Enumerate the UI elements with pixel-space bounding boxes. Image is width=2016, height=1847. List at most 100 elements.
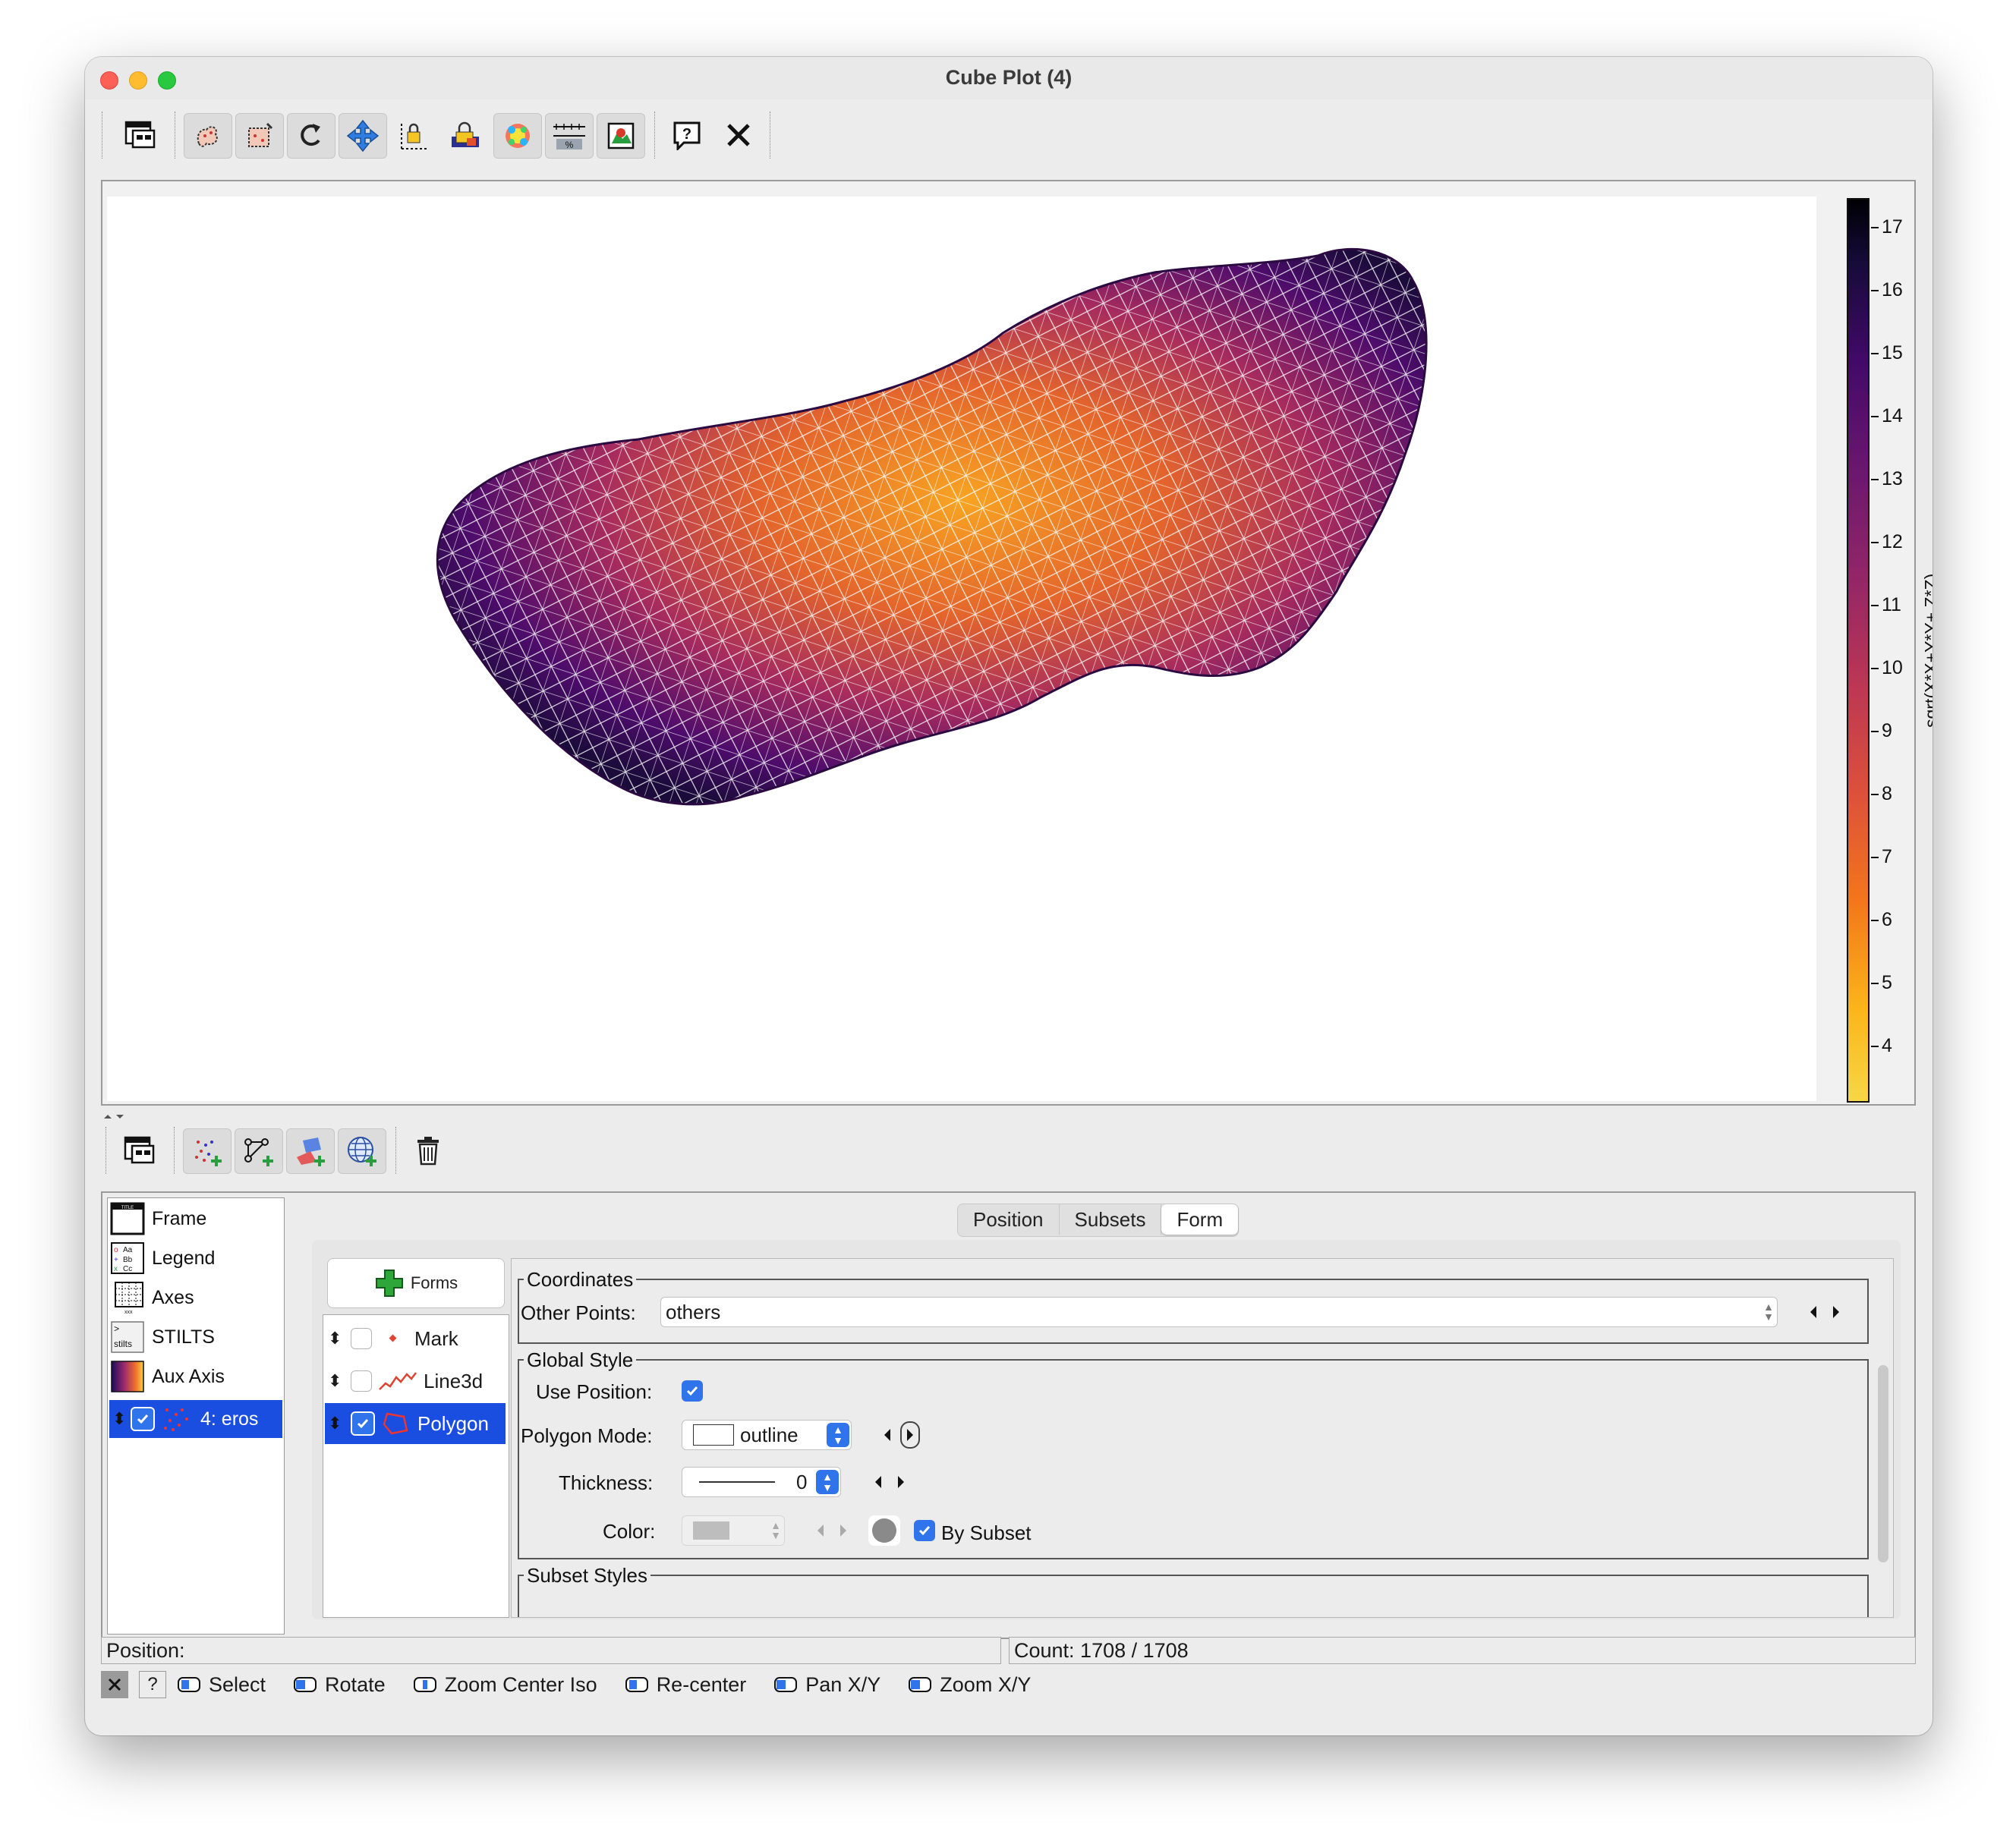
layer-visible-checkbox[interactable] [131,1407,155,1431]
form-enable-checkbox[interactable] [351,1411,375,1436]
add-sky-layer-icon[interactable] [338,1128,386,1174]
svg-text:TITLE: TITLE [121,1206,134,1210]
trash-icon[interactable] [405,1128,452,1172]
close-icon[interactable] [715,113,762,157]
control-label: STILTS [152,1326,215,1348]
add-area-layer-icon[interactable] [286,1128,335,1174]
colorbar-tick: 7 [1882,846,1892,867]
help-icon[interactable]: ? [663,113,710,157]
mouse-hint-bar: ? Select Rotate Zoom Center Iso Re-cente… [101,1667,1916,1702]
color-chooser-button[interactable] [868,1515,900,1546]
thickness-value: 0 [796,1470,808,1493]
form-item-label: Mark [414,1326,458,1350]
form-item-line3d[interactable]: ⬍ Line3d [325,1361,506,1402]
color-circle-icon [872,1518,896,1543]
split-divider[interactable] [101,1112,1916,1121]
color-select[interactable]: ▲ ▼ [682,1515,785,1546]
tab-form[interactable]: Form [1161,1204,1239,1235]
svg-text:?: ? [682,126,691,143]
scatter-layer-icon [164,1408,188,1431]
prev-arrow-button[interactable] [811,1517,830,1544]
next-arrow-button[interactable] [833,1517,853,1544]
colorbar-tick: 13 [1882,468,1903,489]
drag-handle-icon[interactable]: ⬍ [112,1411,126,1427]
form-enable-checkbox[interactable] [351,1370,372,1392]
use-position-checkbox[interactable] [682,1380,703,1402]
axis-lock-icon[interactable]: % [545,113,594,159]
blob-subset-icon[interactable] [184,113,232,159]
svg-text:Bb: Bb [123,1256,133,1264]
drag-handle-icon[interactable]: ⬍ [328,1330,342,1347]
add-forms-button[interactable]: Forms [327,1258,505,1308]
polygon-mode-select[interactable]: outline ▲ ▼ [682,1420,852,1450]
svg-text:%: % [565,140,574,150]
svg-text:stilts: stilts [114,1339,132,1349]
prev-arrow-button[interactable] [868,1468,888,1496]
cube-plot-canvas[interactable] [107,197,1816,1101]
mouse-hint-label: Pan X/Y [805,1672,881,1696]
control-label: Axes [152,1286,194,1308]
window-new-icon[interactable] [116,1128,163,1172]
control-frame[interactable]: TITLE Frame [109,1200,281,1238]
by-subset-checkbox[interactable] [914,1520,935,1541]
form-item-label: Polygon [417,1411,489,1435]
other-points-label: Other Points: [521,1301,636,1324]
drag-handle-icon[interactable]: ⬍ [328,1373,342,1389]
mouse-hint-label: Zoom Center Iso [444,1672,597,1696]
svg-text:o: o [114,1246,118,1254]
next-arrow-button[interactable] [900,1421,920,1449]
colorbar-tick: 12 [1882,531,1903,552]
main-toolbar: % ? [97,105,1920,163]
next-arrow-button[interactable] [1826,1298,1846,1326]
next-arrow-button[interactable] [891,1468,911,1496]
navigate-icon[interactable] [339,113,387,159]
control-layer-eros[interactable]: ⬍ 4: eros [109,1400,282,1438]
mouse-hint-select: Select [177,1673,266,1697]
export-icon[interactable] [597,113,645,159]
tab-subsets[interactable]: Subsets [1060,1204,1162,1235]
colorbar-tick: 16 [1882,279,1903,300]
drag-handle-icon[interactable]: ⬍ [328,1415,342,1432]
control-aux-axis[interactable]: Aux Axis [109,1358,281,1395]
form-item-mark[interactable]: ⬍ Mark [325,1318,506,1359]
control-stilts[interactable]: > stilts STILTS [109,1318,281,1356]
colorbar-tick: 4 [1882,1035,1892,1056]
form-item-polygon[interactable]: ⬍ Polygon [325,1403,506,1444]
add-pair-layer-icon[interactable] [235,1128,283,1174]
stilts-icon: > stilts [111,1321,144,1353]
colorbar-tick: 14 [1882,405,1903,426]
help-icon[interactable]: ? [139,1671,166,1698]
resize-icon[interactable] [442,113,489,157]
colorbar-tick: 8 [1882,783,1892,804]
line3d-form-icon [379,1372,417,1390]
window-new-icon[interactable] [117,113,164,157]
colorbar-tick: 10 [1882,657,1903,678]
highlight-icon[interactable] [493,113,542,159]
prev-arrow-button[interactable] [877,1421,897,1449]
control-legend[interactable]: o Aa + Bb x Cc Legend [109,1239,281,1277]
colorbar-tick: 15 [1882,342,1903,363]
form-enable-checkbox[interactable] [351,1328,372,1349]
thickness-select[interactable]: 0 ▲ ▼ [682,1467,841,1497]
thickness-label: Thickness: [559,1471,654,1494]
close-icon[interactable] [101,1671,128,1698]
replot-icon[interactable] [287,113,335,159]
other-points-select[interactable]: others ▲ ▼ [660,1297,1778,1327]
polygon-mode-label: Polygon Mode: [521,1424,653,1447]
control-stack-list: TITLE Frame o Aa + Bb x Cc Legend xxx Axes > s… [107,1197,285,1635]
subset-styles-group: Subset Styles [518,1564,1869,1617]
draw-subset-icon[interactable] [235,113,284,159]
plot-frame: 17 16 15 14 13 12 11 10 9 8 7 6 5 4 sqrt… [101,180,1933,1106]
add-position-layer-icon[interactable] [183,1128,232,1174]
control-axes[interactable]: xxx Axes [109,1279,281,1317]
colorbar-tick: 9 [1882,720,1892,741]
title-bar: Cube Plot (4) [85,57,1933,99]
mouse-hint-label: Zoom X/Y [940,1672,1032,1696]
outline-swatch-icon [693,1424,734,1446]
fix-range-icon[interactable] [390,113,437,157]
prev-arrow-button[interactable] [1803,1298,1823,1326]
group-title: Subset Styles [524,1564,650,1587]
form-panel-scrollbar[interactable] [1878,1365,1888,1562]
form-item-label: Line3d [424,1369,484,1392]
tab-position[interactable]: Position [958,1204,1060,1235]
